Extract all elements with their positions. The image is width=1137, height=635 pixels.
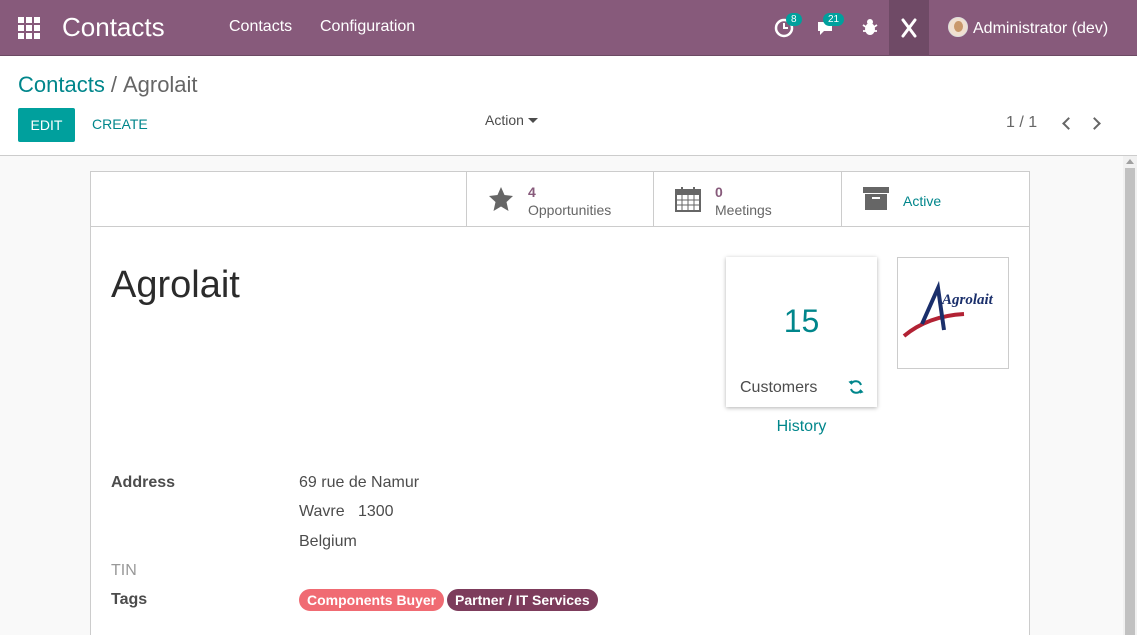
- user-name: Administrator (dev): [973, 20, 1109, 37]
- tags-label: Tags: [111, 591, 148, 608]
- chevron-right-icon: [1088, 117, 1101, 130]
- bug-icon[interactable]: [858, 14, 884, 40]
- control-panel: Contacts / Agrolait EDIT CREATE Action 1 /…: [0, 56, 1137, 156]
- customers-label: Customers: [740, 379, 818, 396]
- logo-text: Agrolait: [941, 292, 994, 308]
- archive-icon: [862, 185, 890, 213]
- tag-partner-it-services[interactable]: Partner / IT Services: [447, 589, 598, 611]
- active-toggle-button[interactable]: Active: [841, 172, 1029, 227]
- breadcrumb-contacts-link[interactable]: Contacts: [18, 72, 105, 97]
- vertical-scrollbar[interactable]: [1123, 156, 1137, 635]
- address-label: Address: [111, 474, 176, 491]
- top-navbar: Contacts Contacts Configuration 8 21 Adm…: [0, 0, 1137, 56]
- scroll-up-arrow-icon[interactable]: [1126, 159, 1134, 164]
- pager-value[interactable]: 1 / 1: [1006, 114, 1037, 132]
- messages-badge: 21: [823, 13, 845, 26]
- tag-components-buyer[interactable]: Components Buyer: [299, 589, 445, 611]
- form-sheet: 4 Opportunities 0 Meetings Active Agrola…: [90, 171, 1030, 635]
- customers-count: 15: [783, 303, 820, 339]
- record-name: Agrolait: [111, 264, 240, 306]
- refresh-icon[interactable]: [848, 379, 864, 395]
- menu-item-configuration[interactable]: Configuration: [320, 18, 415, 36]
- chevron-left-icon: [1062, 117, 1075, 130]
- button-box: 4 Opportunities 0 Meetings Active: [91, 172, 1029, 227]
- pager-next-button[interactable]: [1088, 114, 1106, 134]
- address-street: 69 rue de Namur: [299, 474, 420, 491]
- apps-menu-icon[interactable]: [18, 17, 40, 39]
- meetings-label: Meetings: [715, 202, 772, 218]
- breadcrumb: Contacts / Agrolait: [18, 72, 198, 98]
- active-label: Active: [903, 193, 942, 209]
- scrollbar-thumb[interactable]: [1125, 168, 1135, 635]
- opportunities-button[interactable]: 4 Opportunities: [466, 172, 654, 227]
- breadcrumb-separator: /: [110, 72, 117, 97]
- activity-icon[interactable]: 8: [772, 13, 802, 40]
- address-city-zip: Wavre 1300: [299, 503, 394, 520]
- messages-icon[interactable]: 21: [815, 13, 845, 40]
- caret-down-icon: [527, 118, 538, 123]
- opportunities-label: Opportunities: [528, 202, 612, 218]
- company-logo[interactable]: Agrolait: [897, 257, 1009, 369]
- activity-badge: 8: [786, 13, 802, 26]
- meetings-button[interactable]: 0 Meetings: [653, 172, 841, 227]
- create-button[interactable]: CREATE: [92, 116, 148, 132]
- breadcrumb-current: Agrolait: [122, 72, 198, 97]
- avatar: [948, 17, 968, 37]
- calendar-icon: [674, 185, 702, 213]
- action-dropdown[interactable]: Action: [485, 112, 538, 128]
- pager-previous-button[interactable]: [1060, 114, 1076, 134]
- app-title: Contacts: [62, 12, 165, 42]
- form-view: 4 Opportunities 0 Meetings Active Agrola…: [0, 156, 1123, 635]
- address-country: Belgium: [299, 533, 357, 550]
- action-label: Action: [485, 112, 524, 128]
- history-link[interactable]: History: [726, 418, 877, 436]
- star-icon: [487, 185, 515, 213]
- user-menu[interactable]: Administrator (dev): [948, 17, 1108, 38]
- opportunities-count: 4: [528, 184, 536, 200]
- edit-button[interactable]: EDIT: [18, 108, 75, 142]
- developer-tools-button[interactable]: [889, 0, 929, 56]
- customers-card[interactable]: 15 Customers: [726, 257, 877, 407]
- tin-label: TIN: [111, 562, 137, 579]
- menu-item-contacts[interactable]: Contacts: [229, 18, 292, 36]
- meetings-count: 0: [715, 184, 723, 200]
